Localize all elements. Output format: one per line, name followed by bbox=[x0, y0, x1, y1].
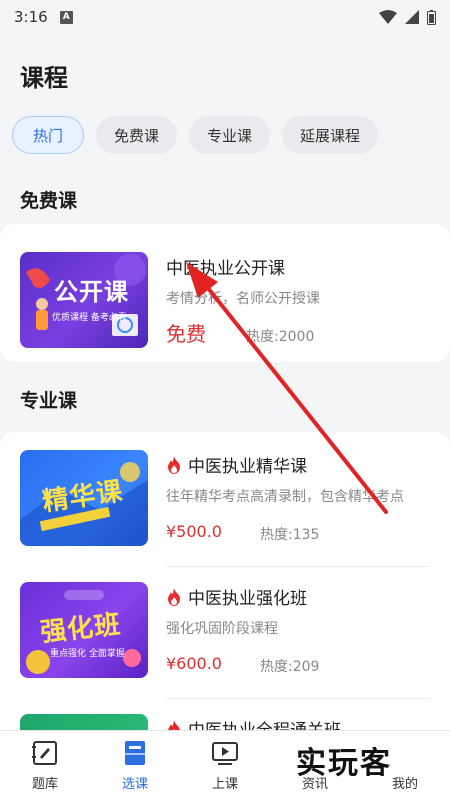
thumb-subtitle: 重点强化 全面掌握 bbox=[50, 649, 125, 659]
fire-icon bbox=[168, 455, 180, 474]
nav-class[interactable]: 上课 bbox=[180, 731, 270, 800]
course-name: 中医执业精华课 bbox=[166, 452, 307, 477]
course-thumbnail: 公开课 优质课程 备考必看 bbox=[20, 252, 148, 348]
section-title-free: 免费课 bbox=[20, 190, 78, 212]
status-bar: 3:16 A bbox=[0, 0, 450, 34]
book-icon bbox=[125, 741, 145, 765]
course-heat: 热度:135 bbox=[260, 527, 320, 543]
thumb-subtitle: 优质课程 备考必看 bbox=[52, 313, 127, 323]
course-desc: 往年精华考点高清录制，包含精华考点 bbox=[166, 489, 404, 505]
course-item[interactable]: 强化班 重点强化 全面掌握 中医执业强化班 强化巩固阶段课程 ¥600.0 热度… bbox=[20, 582, 430, 682]
divider bbox=[166, 698, 430, 699]
nav-label: 上课 bbox=[211, 777, 238, 792]
notification-icon: A bbox=[59, 10, 73, 24]
section-title-pro: 专业课 bbox=[20, 390, 78, 412]
nav-question-bank[interactable]: 题库 bbox=[0, 731, 90, 800]
thumb-title: 公开课 bbox=[54, 278, 129, 306]
course-desc: 考情分析，名师公开授课 bbox=[166, 291, 320, 307]
course-thumbnail: 强化班 重点强化 全面掌握 bbox=[20, 582, 148, 678]
status-time: 3:16 bbox=[14, 8, 48, 26]
wifi-icon bbox=[379, 10, 397, 24]
watermark: 实玩客 bbox=[296, 746, 392, 781]
nav-label: 题库 bbox=[31, 777, 58, 792]
nav-label: 我的 bbox=[391, 777, 418, 792]
pro-course-card: 精华课 中医执业精华课 往年精华考点高清录制，包含精华考点 ¥500.0 热度:… bbox=[0, 432, 450, 762]
tab-pro[interactable]: 专业课 bbox=[189, 116, 271, 154]
nav-select-course[interactable]: 选课 bbox=[90, 731, 180, 800]
course-desc: 强化巩固阶段课程 bbox=[166, 621, 278, 637]
course-thumbnail: 精华课 bbox=[20, 450, 148, 546]
course-heat: 热度:209 bbox=[260, 659, 320, 675]
course-item[interactable]: 精华课 中医执业精华课 往年精华考点高清录制，包含精华考点 ¥500.0 热度:… bbox=[20, 450, 430, 550]
page-title: 课程 bbox=[20, 64, 68, 92]
course-price: ¥600.0 bbox=[166, 654, 222, 673]
course-name: 中医执业强化班 bbox=[166, 584, 307, 609]
category-tabs: 热门 免费课 专业课 延展课程 bbox=[12, 116, 379, 154]
course-name: 中医执业公开课 bbox=[166, 259, 285, 279]
tab-hot[interactable]: 热门 bbox=[12, 116, 85, 154]
course-heat: 热度:2000 bbox=[246, 329, 315, 345]
divider bbox=[166, 566, 430, 567]
video-play-icon bbox=[212, 742, 238, 765]
tab-extended[interactable]: 延展课程 bbox=[282, 116, 379, 154]
course-name-text: 中医执业强化班 bbox=[188, 589, 307, 609]
course-price: ¥500.0 bbox=[166, 522, 222, 541]
user-icon bbox=[398, 741, 412, 755]
battery-icon bbox=[427, 9, 436, 25]
signal-icon bbox=[405, 10, 419, 24]
course-item[interactable]: 公开课 优质课程 备考必看 中医执业公开课 考情分析，名师公开授课 免费 热度:… bbox=[20, 252, 430, 352]
nav-label: 选课 bbox=[121, 777, 148, 792]
course-name-text: 中医执业精华课 bbox=[188, 457, 307, 477]
tab-free[interactable]: 免费课 bbox=[96, 116, 178, 154]
course-price: 免费 bbox=[166, 322, 206, 346]
free-course-card: 公开课 优质课程 备考必看 中医执业公开课 考情分析，名师公开授课 免费 热度:… bbox=[0, 224, 450, 362]
fire-icon bbox=[168, 587, 180, 606]
notebook-icon bbox=[32, 741, 57, 765]
